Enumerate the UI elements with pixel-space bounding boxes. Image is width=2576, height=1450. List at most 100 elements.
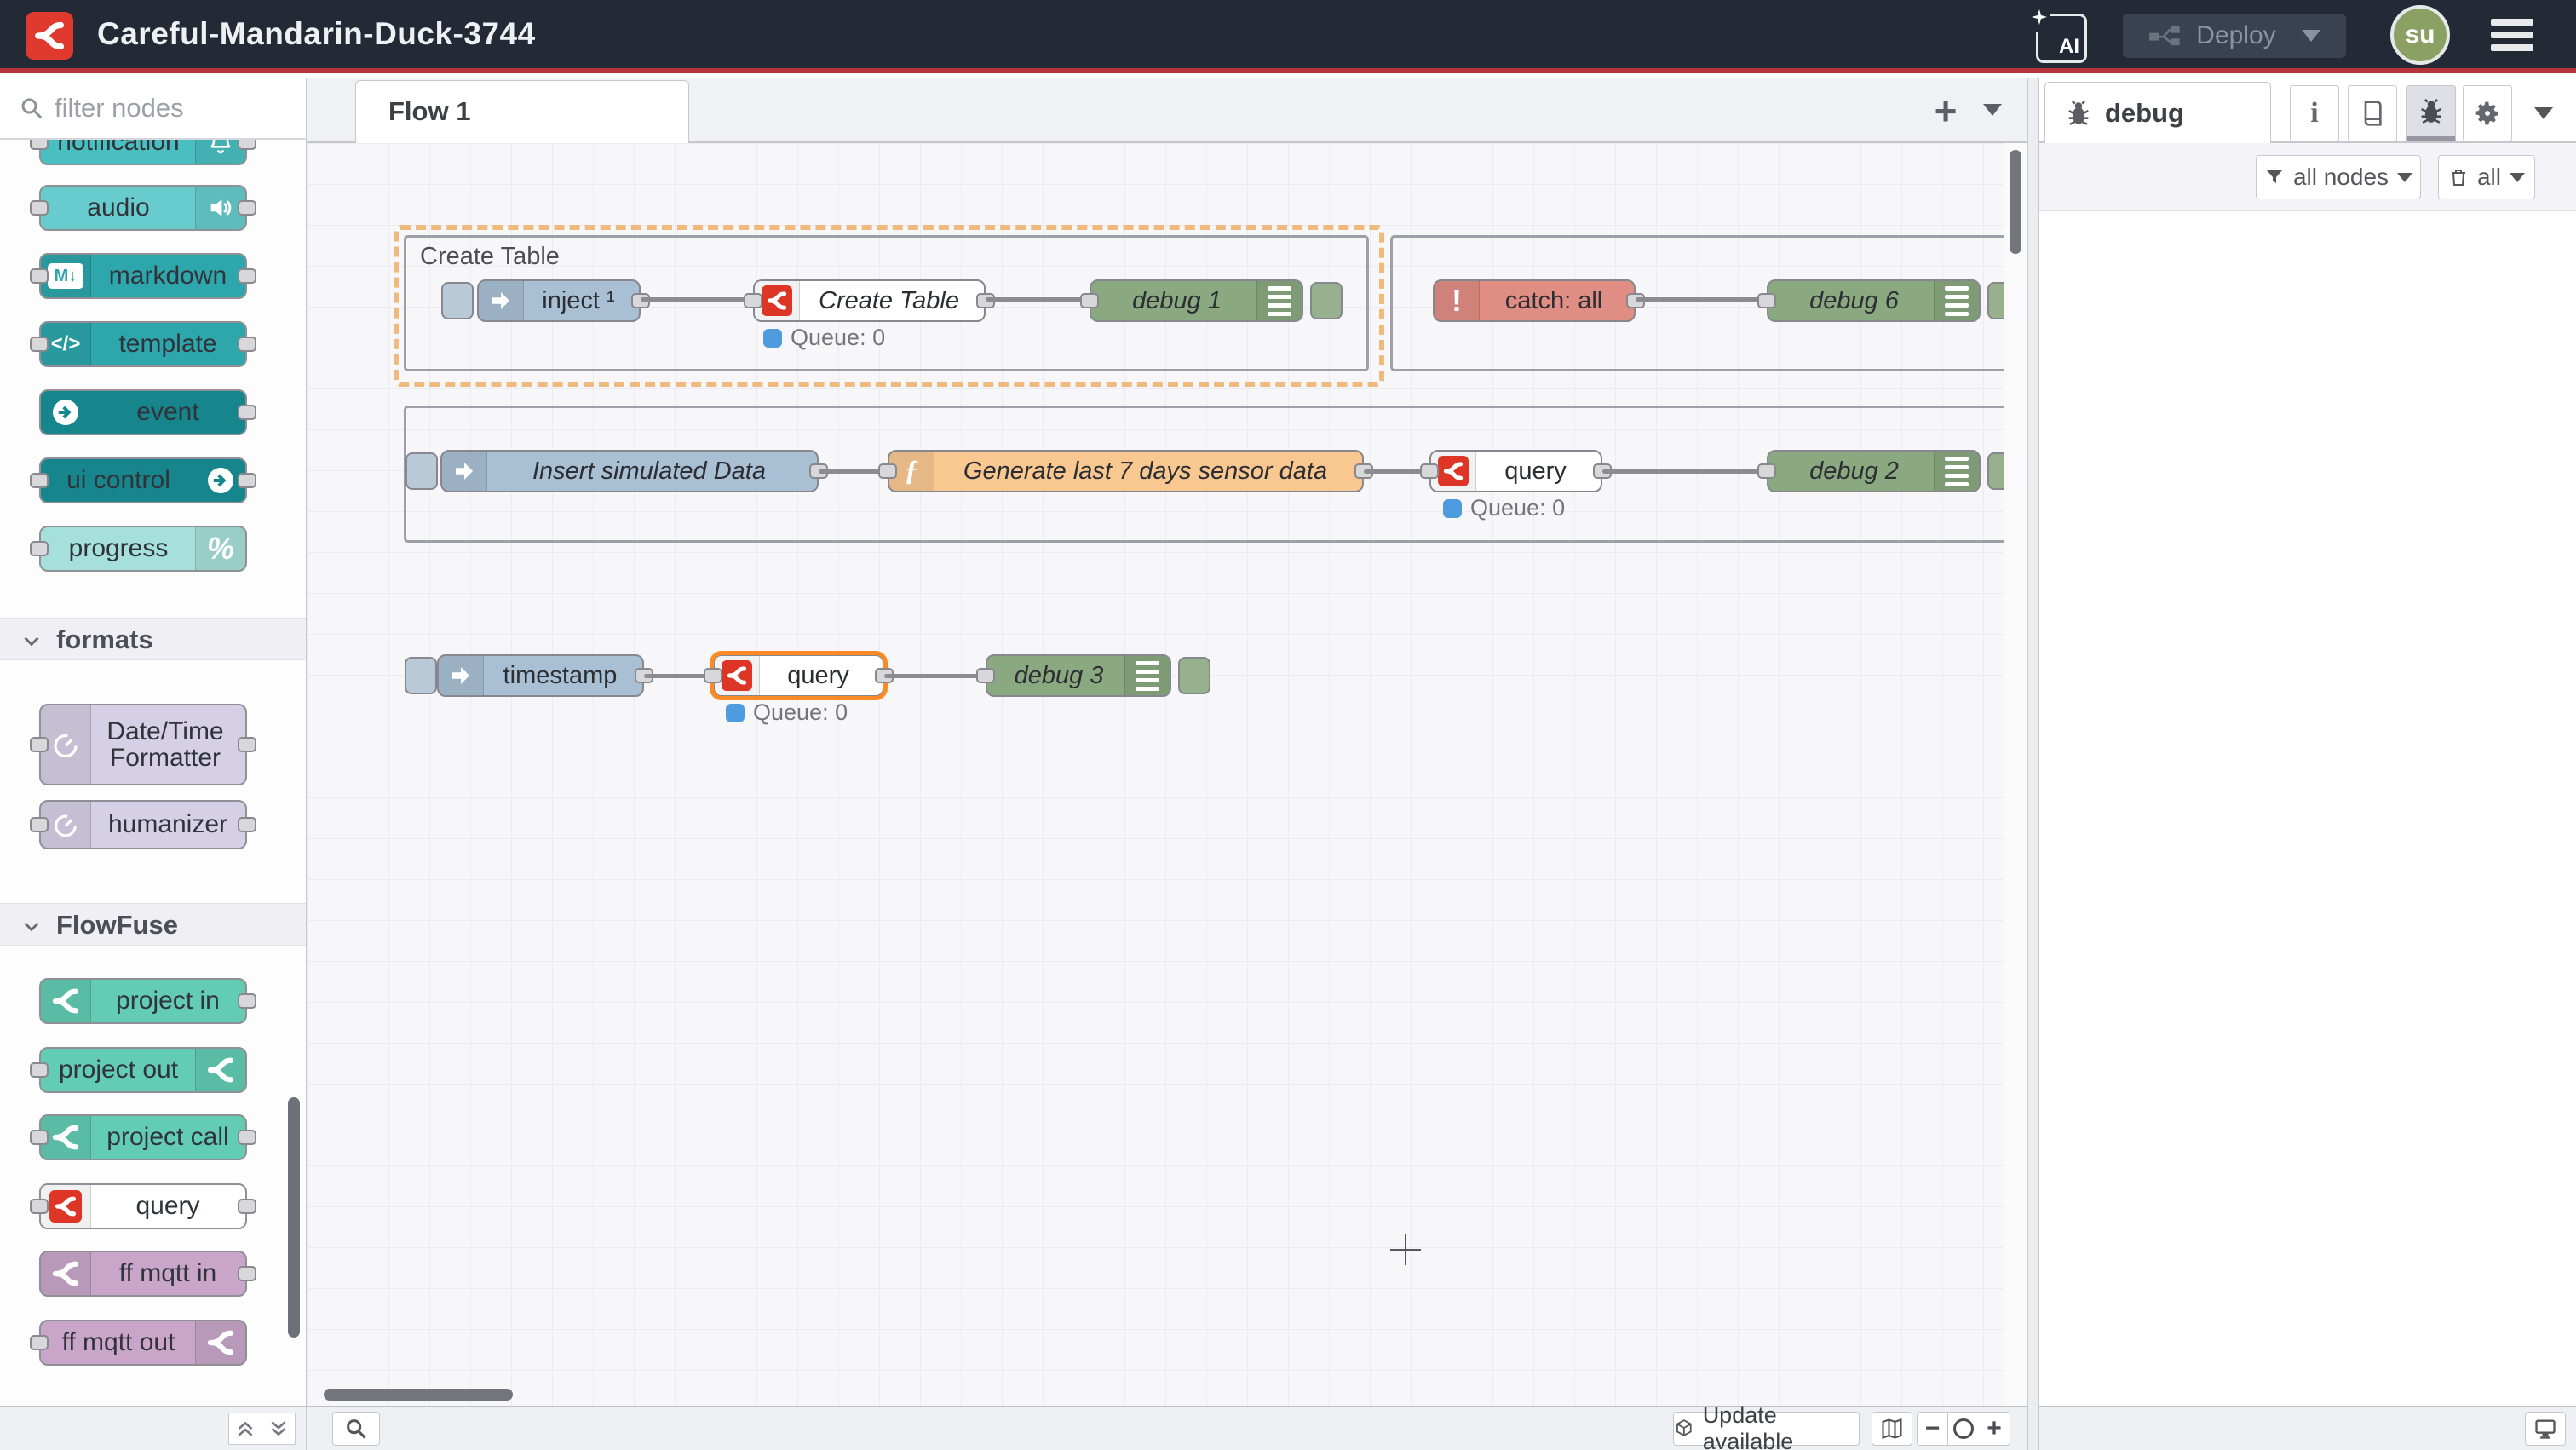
port[interactable] — [704, 668, 722, 683]
port[interactable] — [238, 405, 256, 420]
main-menu-button[interactable] — [2491, 19, 2533, 51]
palette-node-project-call[interactable]: project call — [39, 1114, 247, 1160]
port[interactable] — [976, 668, 995, 683]
flow-list-caret-icon[interactable] — [1983, 104, 2002, 116]
navigator-button[interactable] — [1872, 1412, 1912, 1446]
open-debug-window-button[interactable] — [2525, 1412, 2566, 1446]
canvas-search-button[interactable] — [332, 1412, 380, 1446]
canvas-vertical-scrollbar[interactable] — [2010, 150, 2021, 254]
wire[interactable] — [644, 674, 713, 678]
port[interactable] — [238, 473, 256, 488]
node-generate-sensor-data[interactable]: ƒ Generate last 7 days sensor data — [888, 450, 1364, 492]
port[interactable] — [1420, 463, 1439, 479]
palette-search[interactable]: filter nodes — [0, 78, 307, 140]
node-timestamp[interactable]: timestamp — [437, 654, 644, 697]
node-debug-3[interactable]: debug 3 — [986, 654, 1171, 697]
port[interactable] — [238, 737, 256, 752]
palette-expand-all-button[interactable] — [262, 1413, 296, 1445]
port[interactable] — [30, 1199, 49, 1214]
wire[interactable] — [884, 674, 986, 678]
wire[interactable] — [641, 297, 753, 302]
port[interactable] — [878, 463, 897, 479]
debug-clear-button[interactable]: all — [2438, 155, 2535, 199]
debug-messages-panel[interactable] — [2039, 211, 2576, 1406]
palette-node-audio[interactable]: audio — [39, 185, 247, 231]
port[interactable] — [1757, 293, 1776, 308]
flow-canvas[interactable]: Create Table inject ¹ Create Table Queue… — [307, 143, 2004, 1406]
zoom-reset-button[interactable] — [1948, 1412, 1980, 1446]
palette-node-markdown[interactable]: markdown M↓ — [39, 253, 247, 299]
palette-collapse-all-button[interactable] — [228, 1413, 262, 1445]
node-query-2[interactable]: query — [1429, 450, 1602, 492]
inject-button[interactable] — [405, 452, 438, 490]
port[interactable] — [30, 1335, 49, 1350]
port[interactable] — [238, 1266, 256, 1281]
inject-button[interactable] — [441, 282, 474, 319]
sidebar-debug-button[interactable] — [2406, 85, 2456, 141]
deploy-button[interactable]: Deploy — [2123, 14, 2346, 58]
palette-node-template[interactable]: template </> — [39, 321, 247, 367]
port[interactable] — [238, 993, 256, 1009]
zoom-in-button[interactable]: + — [1979, 1412, 2010, 1446]
node-debug-1[interactable]: debug 1 — [1090, 279, 1303, 322]
node-debug-2[interactable]: debug 2 — [1767, 450, 1981, 492]
port[interactable] — [238, 817, 256, 832]
port[interactable] — [30, 200, 49, 216]
palette-node-humanizer[interactable]: humanizer — [39, 800, 247, 849]
zoom-out-button[interactable]: − — [1917, 1412, 1948, 1446]
sidebar-info-button[interactable]: i — [2290, 85, 2339, 141]
palette-node-ff-mqtt-out[interactable]: ff mqtt out — [39, 1320, 247, 1366]
port[interactable] — [30, 337, 49, 352]
palette-node-datetime-formatter[interactable]: Date/Time Formatter — [39, 704, 247, 785]
sidebar-tabs-caret-icon[interactable] — [2534, 107, 2553, 119]
debug-toggle-button[interactable] — [1987, 282, 2004, 319]
palette-node-project-out[interactable]: project out — [39, 1047, 247, 1093]
sidebar-resize-handle[interactable] — [2027, 78, 2039, 1450]
port[interactable] — [30, 1130, 49, 1145]
debug-toggle-button[interactable] — [1987, 452, 2004, 490]
port[interactable] — [1080, 293, 1099, 308]
port[interactable] — [238, 1130, 256, 1145]
palette-node-query[interactable]: query — [39, 1183, 247, 1229]
port[interactable] — [30, 140, 49, 150]
port[interactable] — [30, 473, 49, 488]
port[interactable] — [238, 268, 256, 284]
user-avatar[interactable]: su — [2390, 5, 2450, 65]
sidebar-tab-debug[interactable]: debug — [2044, 82, 2271, 143]
canvas-horizontal-scrollbar[interactable] — [324, 1389, 513, 1401]
port[interactable] — [238, 1199, 256, 1214]
port[interactable] — [30, 1062, 49, 1078]
deploy-caret-icon[interactable] — [2302, 30, 2320, 42]
port[interactable] — [744, 293, 762, 308]
inject-button[interactable] — [405, 657, 437, 694]
palette-node-ui-control[interactable]: ui control — [39, 457, 247, 503]
node-inject-1[interactable]: inject ¹ — [477, 279, 641, 322]
wire[interactable] — [1602, 469, 1767, 474]
wire[interactable] — [986, 297, 1090, 302]
palette-category-flowfuse[interactable]: FlowFuse — [0, 903, 306, 946]
ai-assistant-icon[interactable]: AI — [2036, 14, 2087, 63]
node-debug-6[interactable]: debug 6 — [1767, 279, 1981, 322]
palette-node-progress[interactable]: progress % — [39, 526, 247, 572]
add-flow-button[interactable]: + — [1922, 87, 1969, 135]
port[interactable] — [30, 541, 49, 556]
port[interactable] — [30, 268, 49, 284]
port[interactable] — [238, 140, 256, 150]
port[interactable] — [30, 817, 49, 832]
palette[interactable]: notification audio markdown M↓ template … — [0, 140, 307, 1406]
node-insert-simulated-data[interactable]: Insert simulated Data — [440, 450, 819, 492]
palette-node-ff-mqtt-in[interactable]: ff mqtt in — [39, 1251, 247, 1297]
debug-toggle-button[interactable] — [1178, 657, 1210, 694]
tab-flow-1[interactable]: Flow 1 — [355, 80, 689, 143]
palette-scrollbar[interactable] — [288, 1097, 300, 1338]
sidebar-help-button[interactable] — [2348, 85, 2397, 141]
node-catch-all[interactable]: ! catch: all — [1433, 279, 1636, 322]
port[interactable] — [30, 737, 49, 752]
port[interactable] — [238, 337, 256, 352]
sidebar-config-button[interactable] — [2463, 85, 2512, 141]
palette-node-event[interactable]: event — [39, 389, 247, 435]
port[interactable] — [1757, 463, 1776, 479]
wire[interactable] — [1636, 297, 1767, 302]
wire[interactable] — [819, 469, 888, 474]
node-query-3-selected[interactable]: query — [713, 654, 884, 697]
